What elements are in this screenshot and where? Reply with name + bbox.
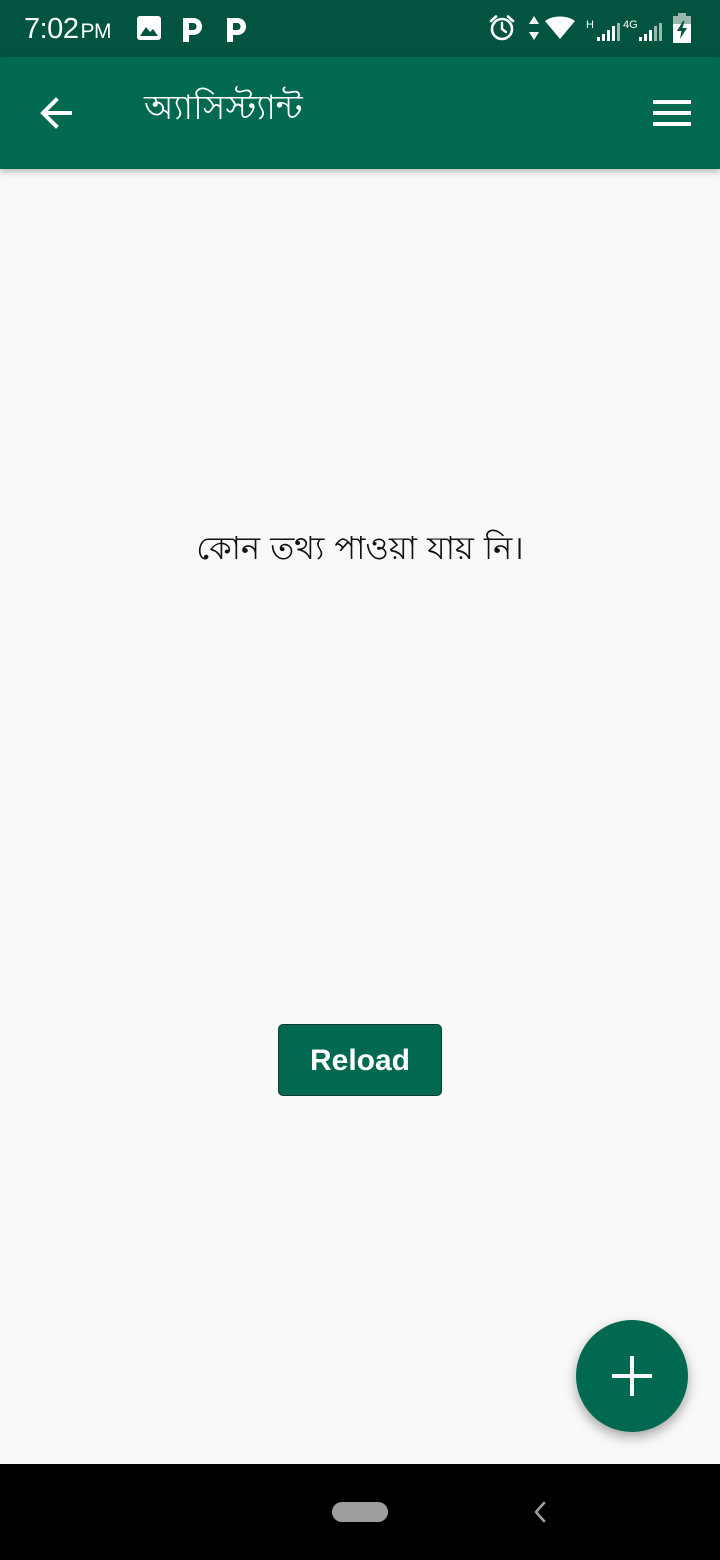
parking-app-icon bbox=[183, 18, 202, 42]
page-title: অ্যাসিস্ট্যান্ট bbox=[144, 88, 303, 128]
back-button[interactable] bbox=[24, 81, 88, 145]
status-time-value: 7:02 bbox=[24, 13, 79, 45]
network-label-4g: 4G bbox=[623, 19, 638, 31]
home-button[interactable] bbox=[332, 1502, 388, 1522]
parking-app-icon bbox=[227, 18, 246, 42]
menu-button[interactable] bbox=[640, 81, 704, 145]
status-time-ampm: PM bbox=[80, 20, 111, 43]
empty-state-message: কোন তথ্য পাওয়া যায় নি। bbox=[196, 529, 524, 567]
status-time: 7:02PM bbox=[24, 12, 111, 49]
cell-signal-icon bbox=[639, 23, 662, 41]
reload-button[interactable]: Reload bbox=[278, 1024, 442, 1096]
arrow-left-icon bbox=[40, 97, 72, 129]
system-back-button[interactable] bbox=[528, 1498, 552, 1526]
data-arrows-icon bbox=[529, 16, 539, 40]
image-notification-icon bbox=[137, 16, 161, 40]
add-fab-button[interactable] bbox=[576, 1320, 688, 1432]
cell-signal-icon bbox=[597, 23, 620, 41]
hamburger-menu-icon bbox=[653, 100, 691, 126]
system-status-icons: H 4G bbox=[488, 13, 704, 43]
alarm-icon bbox=[489, 15, 515, 41]
wifi-icon bbox=[545, 16, 575, 39]
chevron-left-icon bbox=[534, 1501, 546, 1523]
battery-charging-icon bbox=[673, 13, 691, 43]
app-bar: অ্যাসিস্ট্যান্ট bbox=[0, 57, 720, 169]
navigation-bar bbox=[0, 1464, 720, 1560]
network-label-h: H bbox=[586, 19, 594, 31]
plus-icon bbox=[612, 1356, 652, 1396]
status-bar: 7:02PM H 4G bbox=[0, 0, 720, 57]
